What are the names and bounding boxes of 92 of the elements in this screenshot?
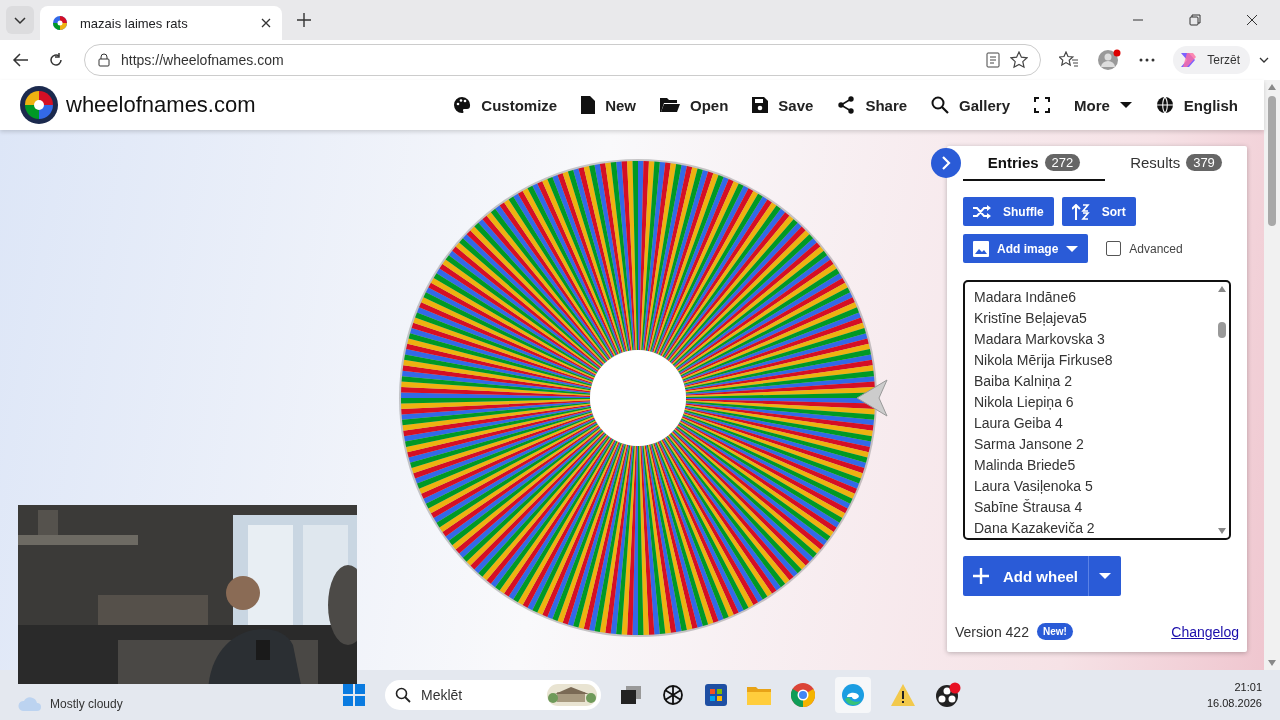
profile-icon[interactable] — [1097, 49, 1122, 71]
close-icon[interactable] — [1246, 14, 1258, 26]
weather-text[interactable]: Mostly cloudy — [50, 697, 123, 711]
nav-button[interactable]: Gallery — [921, 90, 1020, 120]
collapse-button[interactable] — [931, 148, 961, 178]
chrome-icon[interactable] — [791, 683, 815, 707]
nav-button[interactable]: Share — [827, 90, 918, 120]
pointer-icon — [856, 379, 888, 417]
reader-icon[interactable] — [986, 52, 1001, 68]
entries-field[interactable] — [963, 280, 1231, 540]
new-badge: New! — [1036, 623, 1073, 640]
restore-icon[interactable] — [1189, 14, 1201, 26]
url-text: https://wheelofnames.com — [121, 52, 284, 68]
obs-icon[interactable] — [935, 682, 961, 708]
site-name[interactable]: wheelofnames.com — [66, 92, 256, 118]
star-icon[interactable] — [1010, 51, 1029, 69]
entry-line: Madara Markovska 3 — [974, 330, 1106, 349]
knot-icon[interactable] — [661, 683, 685, 707]
chevron-right-icon — [940, 156, 952, 170]
search-placeholder: Meklēt — [421, 687, 463, 703]
lock-icon[interactable] — [97, 53, 111, 67]
add-wheel-button[interactable]: Add wheel — [963, 556, 1089, 596]
copilot-button[interactable]: Terzēt — [1173, 46, 1250, 74]
globe-icon — [1155, 96, 1174, 114]
scroll-up-icon[interactable] — [1268, 84, 1276, 90]
new-tab-icon[interactable] — [296, 12, 312, 28]
start-icon[interactable] — [343, 684, 365, 706]
wheel-icon — [52, 15, 68, 31]
panel-tab[interactable]: Entries 272 — [963, 146, 1105, 181]
search-icon — [395, 687, 411, 703]
shuffle-icon — [973, 204, 991, 219]
scrollbar-thumb[interactable] — [1268, 96, 1276, 226]
entry-line: Baiba Kalniņa 2 — [974, 372, 1074, 391]
entry-line: Nikola Liepiņa 6 — [974, 393, 1075, 412]
browser-tab[interactable]: mazais laimes rats — [40, 6, 282, 40]
tab-title: mazais laimes rats — [80, 15, 189, 31]
share-icon — [837, 96, 856, 114]
entry-line: Sabīne Štrausa 4 — [974, 498, 1084, 517]
task-view-icon[interactable] — [621, 686, 641, 704]
favorites-icon[interactable] — [1059, 51, 1080, 69]
clock-date[interactable]: 16.08.2026 — [1206, 697, 1262, 709]
nav-button[interactable]: Open — [650, 90, 739, 120]
wheel-drawing[interactable] — [399, 159, 877, 637]
search-field[interactable]: Meklēt — [385, 680, 601, 710]
dropdown-button[interactable] — [1089, 556, 1121, 596]
caret-icon — [1099, 572, 1111, 580]
nav-button[interactable]: Customize — [443, 90, 568, 120]
file-icon — [581, 96, 596, 114]
add-image-button[interactable]: Add image — [963, 234, 1089, 263]
scroll-down-icon[interactable] — [1218, 528, 1226, 534]
back-icon[interactable] — [12, 51, 30, 69]
entry-line: Nikola Mērija Firkuse8 — [974, 351, 1114, 370]
save-icon — [752, 97, 769, 113]
scrollbar-thumb[interactable] — [1218, 322, 1226, 338]
reload-icon[interactable] — [48, 52, 64, 68]
entry-line: Malinda Briede5 — [974, 456, 1077, 475]
edge-icon[interactable] — [835, 677, 871, 713]
nav-button[interactable]: English — [1145, 90, 1248, 120]
landmark-icon — [547, 684, 597, 706]
advanced-label: Advanced — [1129, 241, 1183, 256]
caret-icon — [1066, 244, 1079, 253]
scroll-down-icon[interactable] — [1268, 660, 1276, 666]
search-icon — [931, 96, 950, 114]
version-text: Version 422 — [955, 623, 1029, 640]
changelog-link[interactable]: Changelog — [1171, 623, 1239, 640]
close-icon[interactable] — [260, 17, 272, 29]
store-icon[interactable] — [705, 684, 727, 706]
more-icon[interactable] — [1139, 58, 1156, 62]
clock-time[interactable]: 21:01 — [1234, 681, 1262, 693]
tab-list-button[interactable] — [6, 6, 34, 34]
panel-tab[interactable]: Results 379 — [1105, 146, 1247, 181]
plus-icon — [973, 568, 989, 584]
entry-line: Sarma Jansone 2 — [974, 435, 1085, 454]
sort-button[interactable]: Sort — [1061, 197, 1136, 226]
entry-line: Dana Kazakeviča 2 — [974, 519, 1096, 538]
warning-icon[interactable] — [891, 684, 915, 706]
nav-button[interactable]: More — [1064, 90, 1142, 120]
palette-icon — [453, 96, 472, 114]
nav-button[interactable]: Save — [742, 90, 824, 120]
folder-icon — [660, 97, 680, 113]
sort-icon — [1071, 203, 1090, 220]
shuffle-button[interactable]: Shuffle — [963, 197, 1054, 226]
logo-icon[interactable] — [20, 86, 58, 124]
entry-line: Laura Vasiļenoka 5 — [974, 477, 1094, 496]
image-icon — [973, 240, 989, 257]
nav-button[interactable]: New — [571, 90, 646, 120]
fullscreen-icon — [1034, 97, 1050, 113]
entry-line: Kristīne Beļajeva5 — [974, 309, 1088, 328]
entry-line: Madara Indāne6 — [974, 288, 1077, 307]
scroll-up-icon[interactable] — [1218, 286, 1226, 292]
advanced-checkbox[interactable] — [1106, 241, 1122, 256]
entry-line: Laura Geiba 4 — [974, 414, 1064, 433]
